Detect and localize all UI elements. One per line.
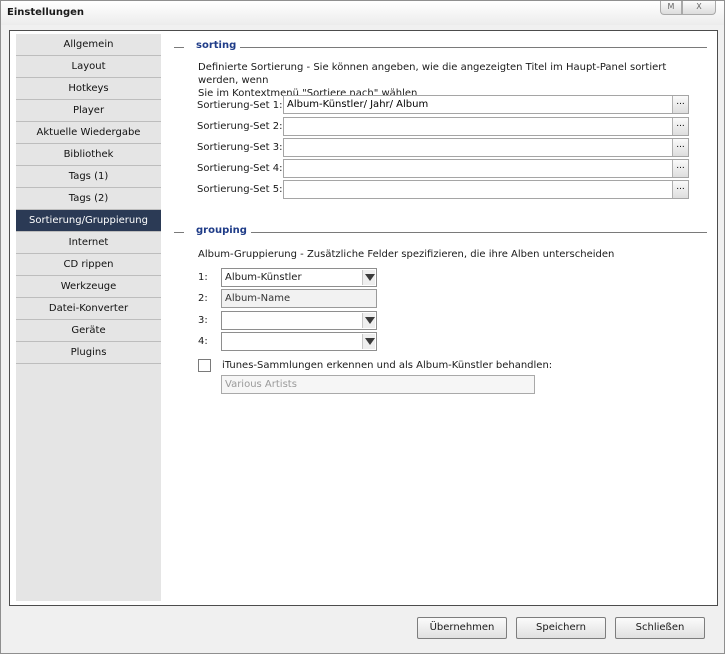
- apply-button[interactable]: Übernehmen: [417, 617, 507, 639]
- sidebar-item-bibliothek[interactable]: Bibliothek: [16, 144, 161, 166]
- close-button[interactable]: Schließen: [615, 617, 705, 639]
- sorting-description-line-1: Definierte Sortierung - Sie können angeb…: [198, 62, 667, 86]
- group-field-3-number: 3:: [198, 315, 208, 326]
- settings-main: sorting Definierte Sortierung - Sie könn…: [162, 31, 717, 605]
- sort-set-2-label: Sortierung-Set 2:: [197, 121, 283, 132]
- sidebar-item-tags-1[interactable]: Tags (1): [16, 166, 161, 188]
- group-field-1-number: 1:: [198, 272, 208, 283]
- sidebar-item-werkzeuge[interactable]: Werkzeuge: [16, 276, 161, 298]
- sort-set-5-label: Sortierung-Set 5:: [197, 184, 283, 195]
- sidebar-item-geraete[interactable]: Geräte: [16, 320, 161, 342]
- settings-sidebar: Allgemein Layout Hotkeys Player Aktuelle…: [16, 34, 161, 601]
- window-title: Einstellungen: [7, 7, 85, 18]
- group-field-4-number: 4:: [198, 336, 208, 347]
- group-field-2-number: 2:: [198, 293, 208, 304]
- minimize-button[interactable]: M: [660, 1, 682, 15]
- sort-set-1-browse-button[interactable]: ...: [672, 96, 688, 113]
- sidebar-item-sortierung-gruppierung[interactable]: Sortierung/Gruppierung: [16, 210, 161, 232]
- content-panel: Allgemein Layout Hotkeys Player Aktuelle…: [9, 30, 718, 606]
- grouping-description: Album-Gruppierung - Zusätzliche Felder s…: [198, 249, 615, 260]
- sort-set-3-label: Sortierung-Set 3:: [197, 142, 283, 153]
- grouping-section-header: grouping: [174, 225, 707, 239]
- window-controls: M X: [660, 1, 716, 15]
- sidebar-item-player[interactable]: Player: [16, 100, 161, 122]
- save-button[interactable]: Speichern: [516, 617, 606, 639]
- group-field-3-select[interactable]: [221, 311, 377, 330]
- sorting-heading: sorting: [192, 40, 241, 51]
- sort-set-1-label: Sortierung-Set 1:: [197, 100, 283, 111]
- itunes-collections-checkbox[interactable]: [198, 359, 211, 372]
- sidebar-item-aktuelle-wiedergabe[interactable]: Aktuelle Wiedergabe: [16, 122, 161, 144]
- chevron-down-icon: [362, 334, 375, 349]
- group-field-4-select[interactable]: [221, 332, 377, 351]
- sort-set-1-value: Album-Künstler/ Jahr/ Album: [287, 99, 429, 110]
- close-window-button[interactable]: X: [682, 1, 716, 15]
- sidebar-item-allgemein[interactable]: Allgemein: [16, 34, 161, 56]
- sort-set-1-field[interactable]: Album-Künstler/ Jahr/ Album ...: [283, 95, 689, 114]
- sidebar-item-tags-2[interactable]: Tags (2): [16, 188, 161, 210]
- sort-set-2-browse-button[interactable]: ...: [672, 118, 688, 135]
- sidebar-item-cd-rippen[interactable]: CD rippen: [16, 254, 161, 276]
- chevron-down-icon: [362, 313, 375, 328]
- grouping-heading: grouping: [192, 225, 251, 236]
- sort-set-5-browse-button[interactable]: ...: [672, 181, 688, 198]
- itunes-collections-label: iTunes-Sammlungen erkennen und als Album…: [222, 360, 553, 371]
- sidebar-item-datei-konverter[interactable]: Datei-Konverter: [16, 298, 161, 320]
- sort-set-4-label: Sortierung-Set 4:: [197, 163, 283, 174]
- title-bar[interactable]: Einstellungen M X: [1, 1, 724, 25]
- sidebar-item-hotkeys[interactable]: Hotkeys: [16, 78, 161, 100]
- sort-set-3-field[interactable]: ...: [283, 138, 689, 157]
- sidebar-item-layout[interactable]: Layout: [16, 56, 161, 78]
- group-field-1-select[interactable]: Album-Künstler: [221, 268, 377, 287]
- sort-set-3-browse-button[interactable]: ...: [672, 139, 688, 156]
- various-artists-field[interactable]: Various Artists: [221, 375, 535, 394]
- settings-window: Einstellungen M X Allgemein Layout Hotke…: [0, 0, 725, 654]
- sorting-section-header: sorting: [174, 40, 707, 54]
- sort-set-4-field[interactable]: ...: [283, 159, 689, 178]
- chevron-down-icon: [362, 270, 375, 285]
- group-field-2-readonly: Album-Name: [221, 289, 377, 308]
- sidebar-item-internet[interactable]: Internet: [16, 232, 161, 254]
- sort-set-5-field[interactable]: ...: [283, 180, 689, 199]
- sidebar-item-plugins[interactable]: Plugins: [16, 342, 161, 364]
- sort-set-4-browse-button[interactable]: ...: [672, 160, 688, 177]
- group-field-1-value: Album-Künstler: [225, 272, 302, 283]
- sort-set-2-field[interactable]: ...: [283, 117, 689, 136]
